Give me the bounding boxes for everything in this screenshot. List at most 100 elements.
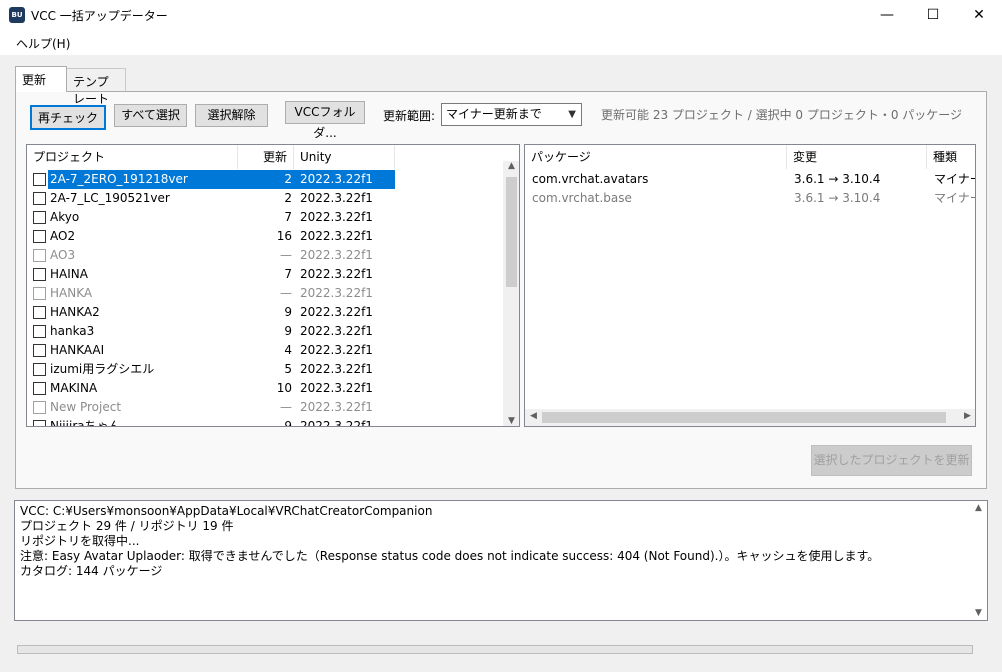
row-checkbox[interactable]	[33, 230, 46, 243]
project-name: MAKINA	[50, 381, 98, 395]
minimize-button[interactable]: —	[864, 0, 910, 31]
project-updates: —	[280, 248, 292, 262]
column-header-change[interactable]: 変更	[787, 145, 927, 169]
project-unity: 2022.3.22f1	[300, 229, 373, 243]
row-checkbox[interactable]	[33, 344, 46, 357]
table-row[interactable]: New Project — 2022.3.22f1	[27, 398, 395, 417]
title-bar: BU VCC 一括アップデーター — ☐ ✕	[0, 0, 1002, 31]
list-item[interactable]: com.vrchat.avatars 3.6.1 → 3.10.4 マイナー	[525, 170, 975, 189]
project-unity: 2022.3.22f1	[294, 170, 395, 189]
row-checkbox[interactable]	[33, 287, 46, 300]
project-updates: 9	[284, 419, 292, 427]
package-list[interactable]: パッケージ 変更 種類 com.vrchat.avatars 3.6.1 → 3…	[524, 144, 976, 427]
table-row[interactable]: 2A-7_2ERO_191218ver 2 2022.3.22f1	[27, 170, 395, 189]
package-name: com.vrchat.avatars	[532, 172, 649, 186]
scroll-right-icon[interactable]: ▶	[959, 411, 975, 421]
project-updates: —	[280, 400, 292, 414]
scroll-left-icon[interactable]: ◀	[525, 411, 542, 421]
close-button[interactable]: ✕	[956, 0, 1002, 31]
package-change: 3.6.1 → 3.10.4	[794, 191, 881, 205]
project-name: Akyo	[50, 210, 80, 224]
table-row[interactable]: Niiiiraちゃん 9 2022.3.22f1	[27, 417, 395, 427]
table-row[interactable]: AO2 16 2022.3.22f1	[27, 227, 395, 246]
tab-update[interactable]: 更新	[15, 66, 67, 92]
row-checkbox[interactable]	[33, 173, 46, 186]
row-checkbox[interactable]	[33, 192, 46, 205]
table-row[interactable]: HAINA 7 2022.3.22f1	[27, 265, 395, 284]
project-unity: 2022.3.22f1	[300, 400, 373, 414]
progress-bar	[17, 645, 973, 654]
log-output[interactable]: VCC: C:¥Users¥monsoon¥AppData¥Local¥VRCh…	[14, 500, 988, 621]
project-name: AO3	[50, 248, 76, 262]
column-header-package[interactable]: パッケージ	[525, 145, 787, 169]
project-unity: 2022.3.22f1	[300, 267, 373, 281]
row-checkbox[interactable]	[33, 401, 46, 414]
row-checkbox[interactable]	[33, 211, 46, 224]
project-updates: 4	[284, 343, 292, 357]
package-kind: マイナー	[934, 172, 975, 186]
vcc-folder-button[interactable]: VCCフォルダ...	[285, 101, 365, 140]
column-header-updates[interactable]: 更新	[238, 145, 294, 169]
tab-template[interactable]: テンプレート	[66, 68, 126, 106]
maximize-button[interactable]: ☐	[910, 0, 956, 31]
deselect-button[interactable]: 選択解除	[195, 104, 268, 127]
project-updates: 7	[284, 267, 292, 281]
project-name: HANKA2	[50, 305, 100, 319]
project-name: 2A-7_2ERO_191218ver	[48, 170, 240, 189]
project-list-scrollbar[interactable]: ▲ ▼	[503, 161, 519, 426]
row-checkbox[interactable]	[33, 420, 46, 426]
project-name: AO2	[50, 229, 76, 243]
menu-help[interactable]: ヘルプ(H)	[16, 35, 70, 52]
app-icon: BU	[9, 7, 25, 23]
project-updates: 2	[238, 170, 294, 189]
project-name: 2A-7_LC_190521ver	[50, 191, 170, 205]
table-row[interactable]: izumi用ラグシエル 5 2022.3.22f1	[27, 360, 395, 379]
update-range-value: マイナー更新まで	[446, 107, 542, 121]
project-name: izumi用ラグシエル	[50, 362, 155, 376]
project-updates: 10	[276, 381, 292, 395]
table-row[interactable]: 2A-7_LC_190521ver 2 2022.3.22f1	[27, 189, 395, 208]
table-row[interactable]: HANKA — 2022.3.22f1	[27, 284, 395, 303]
project-name: HAINA	[50, 267, 88, 281]
log-line: VCC: C:¥Users¥monsoon¥AppData¥Local¥VRCh…	[20, 504, 433, 518]
update-range-select[interactable]: マイナー更新まで ▼	[441, 103, 582, 126]
log-scrollbar[interactable]: ▲ ▼	[970, 501, 987, 620]
row-checkbox[interactable]	[33, 325, 46, 338]
row-checkbox[interactable]	[33, 306, 46, 319]
project-name: hanka3	[50, 324, 95, 338]
log-line: 注意: Easy Avatar Uplaoder: 取得できませんでした（Res…	[20, 549, 880, 563]
scroll-up-icon[interactable]: ▲	[503, 161, 519, 171]
project-list[interactable]: プロジェクト 更新 Unity 2A-7_2ERO_191218ver 2 20…	[26, 144, 520, 427]
row-checkbox[interactable]	[33, 268, 46, 281]
table-row[interactable]: HANKAAI 4 2022.3.22f1	[27, 341, 395, 360]
recheck-button[interactable]: 再チェック	[30, 105, 106, 130]
status-summary: 更新可能 23 プロジェクト / 選択中 0 プロジェクト・0 パッケージ	[601, 108, 963, 122]
project-unity: 2022.3.22f1	[300, 362, 373, 376]
package-list-scrollbar[interactable]: ◀ ▶	[525, 409, 975, 426]
table-row[interactable]: hanka3 9 2022.3.22f1	[27, 322, 395, 341]
row-checkbox[interactable]	[33, 249, 46, 262]
column-header-unity[interactable]: Unity	[294, 145, 395, 169]
scrollbar-thumb[interactable]	[542, 412, 946, 423]
update-range-label: 更新範囲:	[383, 109, 436, 123]
scrollbar-thumb[interactable]	[506, 177, 517, 287]
update-selected-button[interactable]: 選択したプロジェクトを更新	[811, 445, 972, 476]
table-row[interactable]: Akyo 7 2022.3.22f1	[27, 208, 395, 227]
project-updates: 16	[276, 229, 292, 243]
row-checkbox[interactable]	[33, 363, 46, 376]
table-row[interactable]: MAKINA 10 2022.3.22f1	[27, 379, 395, 398]
package-name: com.vrchat.base	[532, 191, 632, 205]
log-line: リポジトリを取得中...	[20, 534, 140, 548]
column-header-project[interactable]: プロジェクト	[27, 145, 238, 169]
project-unity: 2022.3.22f1	[300, 324, 373, 338]
project-unity: 2022.3.22f1	[300, 210, 373, 224]
table-row[interactable]: HANKA2 9 2022.3.22f1	[27, 303, 395, 322]
column-header-kind[interactable]: 種類	[927, 145, 975, 169]
row-checkbox[interactable]	[33, 382, 46, 395]
table-row[interactable]: AO3 — 2022.3.22f1	[27, 246, 395, 265]
scroll-up-icon[interactable]: ▲	[970, 503, 987, 513]
select-all-button[interactable]: すべて選択	[114, 104, 187, 127]
scroll-down-icon[interactable]: ▼	[503, 416, 519, 426]
scroll-down-icon[interactable]: ▼	[970, 608, 987, 618]
list-item[interactable]: com.vrchat.base 3.6.1 → 3.10.4 マイナー	[525, 189, 975, 208]
